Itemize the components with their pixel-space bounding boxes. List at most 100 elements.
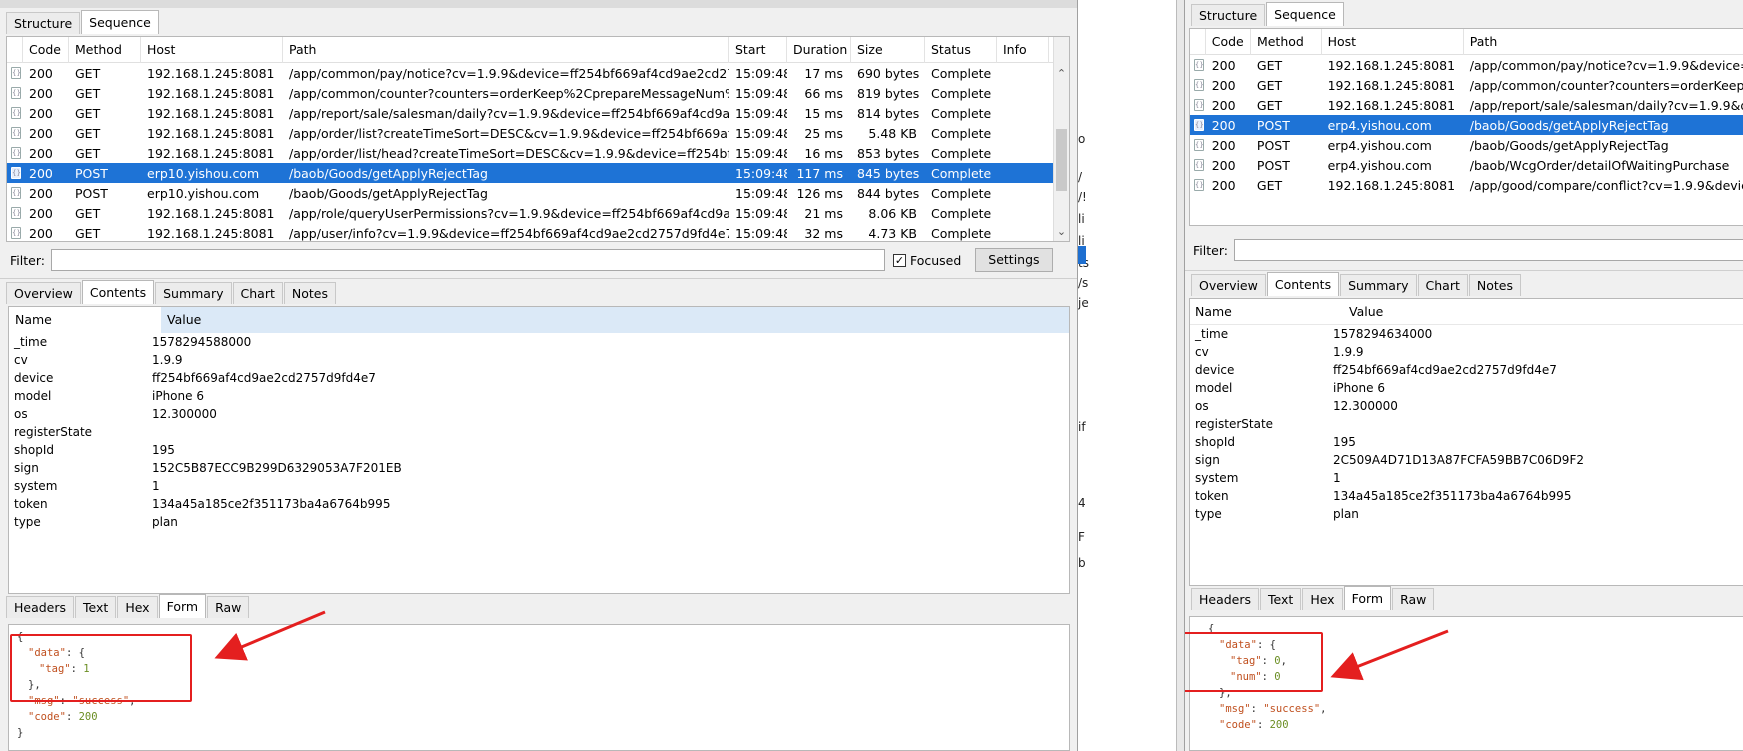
cell-code: 200 xyxy=(29,165,53,181)
tab-hex[interactable]: Hex xyxy=(117,596,158,618)
session-row[interactable]: {} 200 POST erp4.yishou.com/baob/Goods/getA… xyxy=(1190,135,1743,155)
tab-headers[interactable]: Headers xyxy=(6,596,75,618)
param-row[interactable]: model iPhone 6 xyxy=(9,387,1069,405)
params-value-header[interactable]: Value xyxy=(161,307,1069,333)
param-row[interactable]: sign 2C509A4D71D13A87FCFA59BB7C06D9F2 xyxy=(1190,451,1743,469)
param-row[interactable]: token 134a45a185ce2f351173ba4a6764b995 xyxy=(9,495,1069,513)
tab-sequence[interactable]: Sequence xyxy=(81,10,159,34)
tab-hex[interactable]: Hex xyxy=(1302,588,1343,610)
param-row[interactable]: registerState xyxy=(9,423,1069,441)
tab-text[interactable]: Text xyxy=(75,596,117,618)
param-row[interactable]: token 134a45a185ce2f351173ba4a6764b995 xyxy=(1190,487,1743,505)
params-value-header[interactable]: Value xyxy=(1343,299,1743,325)
tab-contents[interactable]: Contents xyxy=(81,280,155,304)
json-token: 200 xyxy=(78,711,98,723)
column-host[interactable]: Host xyxy=(1322,29,1464,55)
param-name: device xyxy=(1195,363,1235,377)
tab-structure[interactable]: Structure xyxy=(1191,4,1266,26)
session-row[interactable]: {} 200 GET 192.168.1.245:8081/app/report/sa… xyxy=(7,103,1069,123)
request-type-icon: {} xyxy=(11,107,21,119)
column-path[interactable]: Path xyxy=(1464,29,1743,55)
session-table-header: Code Method Host Path xyxy=(1190,29,1743,55)
column-info[interactable]: Info xyxy=(997,37,1049,63)
tab-chart[interactable]: Chart xyxy=(232,282,283,304)
param-row[interactable]: registerState xyxy=(1190,415,1743,433)
cell-host: 192.168.1.245:8081 xyxy=(147,105,275,121)
cell-size: 844 bytes xyxy=(857,185,920,201)
tab-text[interactable]: Text xyxy=(1260,588,1302,610)
column-code[interactable]: Code xyxy=(23,37,69,63)
session-row[interactable]: {} 200 GET 192.168.1.245:8081/app/report/sa… xyxy=(1190,95,1743,115)
cell-start: 15:09:48 xyxy=(735,185,787,201)
column-code[interactable]: Code xyxy=(1206,29,1251,55)
column-duration[interactable]: Duration xyxy=(787,37,851,63)
param-row[interactable]: _time 1578294634000 xyxy=(1190,325,1743,343)
session-row[interactable]: {} 200 POST erp4.yishou.com/baob/Goods/getA… xyxy=(1190,115,1743,135)
session-row[interactable]: {} 200 GET 192.168.1.245:8081/app/common/co… xyxy=(1190,75,1743,95)
tab-raw[interactable]: Raw xyxy=(207,596,250,618)
cell-duration: 32 ms xyxy=(804,225,843,241)
param-row[interactable]: os 12.300000 xyxy=(9,405,1069,423)
cell-size: 690 bytes xyxy=(857,65,920,81)
tab-summary[interactable]: Summary xyxy=(1340,274,1417,296)
column-size[interactable]: Size xyxy=(851,37,925,63)
tab-notes[interactable]: Notes xyxy=(283,282,336,304)
param-row[interactable]: cv 1.9.9 xyxy=(9,351,1069,369)
settings-button[interactable]: Settings xyxy=(975,248,1053,272)
param-value: 1.9.9 xyxy=(1333,345,1364,359)
session-row[interactable]: {} 200 GET 192.168.1.245:8081/app/common/pa… xyxy=(1190,55,1743,75)
params-name-header[interactable]: Name xyxy=(1190,299,1343,325)
column-method[interactable]: Method xyxy=(69,37,141,63)
tab-form[interactable]: Form xyxy=(1343,586,1392,610)
tab-overview[interactable]: Overview xyxy=(6,282,81,304)
session-row[interactable]: {} 200 GET 192.168.1.245:8081/app/order/lis… xyxy=(7,143,1069,163)
filter-input[interactable] xyxy=(1233,239,1743,261)
tab-structure[interactable]: Structure xyxy=(6,12,81,34)
param-row[interactable]: shopId 195 xyxy=(1190,433,1743,451)
session-row[interactable]: {} 200 GET 192.168.1.245:8081/app/role/quer… xyxy=(7,203,1069,223)
session-scrollbar[interactable]: ⌃ ⌄ xyxy=(1053,37,1069,241)
request-type-icon: {} xyxy=(1193,139,1204,151)
param-row[interactable]: shopId 195 xyxy=(9,441,1069,459)
param-row[interactable]: system 1 xyxy=(1190,469,1743,487)
params-header: Name Value xyxy=(9,307,1069,333)
session-row[interactable]: {} 200 POST erp4.yishou.com/baob/WcgOrder/d… xyxy=(1190,155,1743,175)
tab-headers[interactable]: Headers xyxy=(1191,588,1260,610)
param-row[interactable]: device ff254bf669af4cd9ae2cd2757d9fd4e7 xyxy=(9,369,1069,387)
param-row[interactable]: system 1 xyxy=(9,477,1069,495)
column-path[interactable]: Path xyxy=(283,37,729,63)
tab-form[interactable]: Form xyxy=(158,594,207,618)
param-row[interactable]: os 12.300000 xyxy=(1190,397,1743,415)
tab-summary[interactable]: Summary xyxy=(155,282,232,304)
scrollbar-thumb[interactable] xyxy=(1056,129,1067,191)
param-row[interactable]: _time 1578294588000 xyxy=(9,333,1069,351)
cell-method: GET xyxy=(1256,57,1283,73)
params-name-header[interactable]: Name xyxy=(9,307,161,333)
cell-host: 192.168.1.245:8081 xyxy=(1327,97,1456,113)
session-row[interactable]: {} 200 POST erp10.yishou.com/baob/Goods/get… xyxy=(7,183,1069,203)
column-status[interactable]: Status xyxy=(925,37,997,63)
session-row[interactable]: {} 200 POST erp10.yishou.com/baob/Goods/get… xyxy=(7,163,1069,183)
column-method[interactable]: Method xyxy=(1251,29,1322,55)
column-host[interactable]: Host xyxy=(141,37,283,63)
tab-raw[interactable]: Raw xyxy=(1392,588,1435,610)
tab-notes[interactable]: Notes xyxy=(1468,274,1521,296)
column-start[interactable]: Start xyxy=(729,37,787,63)
tab-overview[interactable]: Overview xyxy=(1191,274,1266,296)
tab-contents[interactable]: Contents xyxy=(1266,272,1340,296)
tab-sequence[interactable]: Sequence xyxy=(1266,2,1344,26)
param-row[interactable]: type plan xyxy=(9,513,1069,531)
session-row[interactable]: {} 200 GET 192.168.1.245:8081/app/user/info… xyxy=(7,223,1069,241)
filter-input[interactable] xyxy=(50,249,885,271)
session-row[interactable]: {} 200 GET 192.168.1.245:8081/app/common/pa… xyxy=(7,63,1069,83)
param-row[interactable]: cv 1.9.9 xyxy=(1190,343,1743,361)
tab-chart[interactable]: Chart xyxy=(1417,274,1468,296)
session-row[interactable]: {} 200 GET 192.168.1.245:8081/app/order/lis… xyxy=(7,123,1069,143)
param-row[interactable]: model iPhone 6 xyxy=(1190,379,1743,397)
session-row[interactable]: {} 200 GET 192.168.1.245:8081/app/good/comp… xyxy=(1190,175,1743,195)
param-row[interactable]: sign 152C5B87ECC9B299D6329053A7F201EB xyxy=(9,459,1069,477)
focused-checkbox[interactable]: ✓ xyxy=(892,253,906,267)
param-row[interactable]: type plan xyxy=(1190,505,1743,523)
param-row[interactable]: device ff254bf669af4cd9ae2cd2757d9fd4e7 xyxy=(1190,361,1743,379)
session-row[interactable]: {} 200 GET 192.168.1.245:8081/app/common/co… xyxy=(7,83,1069,103)
